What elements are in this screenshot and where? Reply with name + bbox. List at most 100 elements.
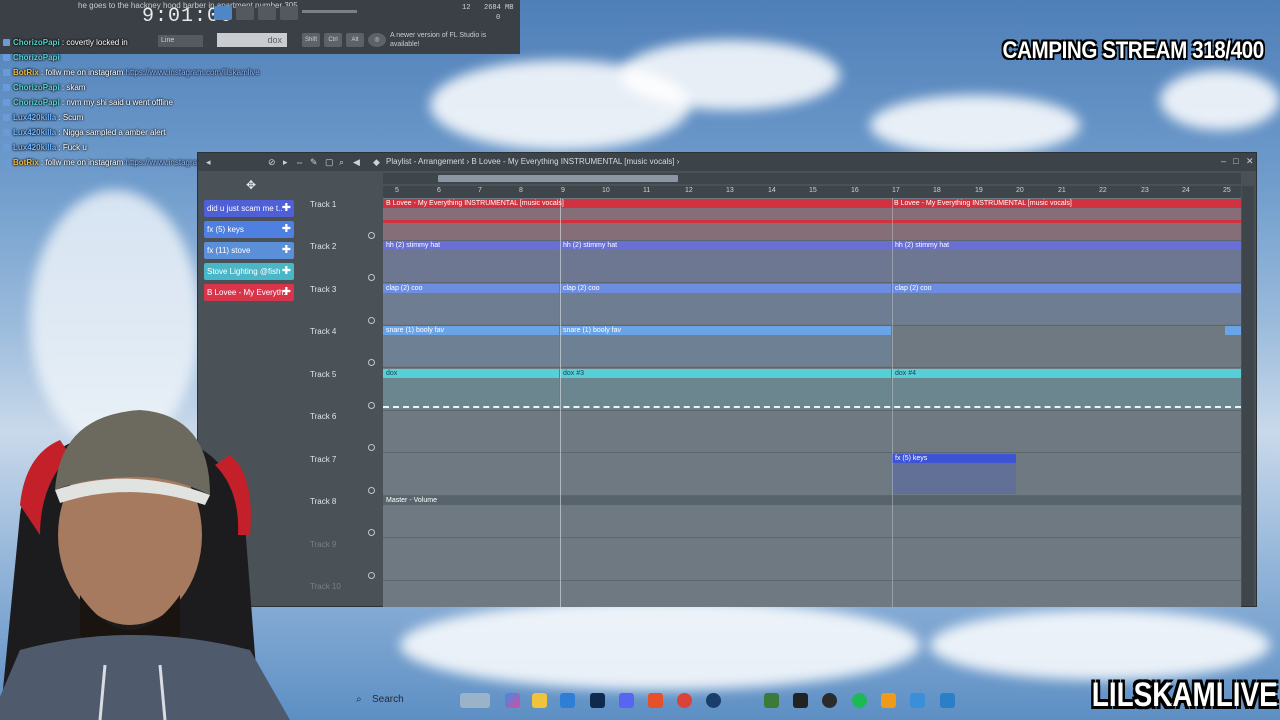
tempo-button[interactable] bbox=[280, 6, 298, 20]
pattern-clip[interactable]: dox #3 bbox=[560, 369, 891, 409]
pattern-clip[interactable]: clap (2) coo bbox=[892, 284, 1241, 324]
track-name[interactable]: Track 2 bbox=[310, 242, 336, 251]
paint-icon[interactable]: ✎ bbox=[310, 157, 318, 168]
picker-item[interactable]: Stove Lighting @fish ✚ bbox=[204, 263, 294, 280]
cloud bbox=[930, 610, 1270, 680]
track-name[interactable]: Track 5 bbox=[310, 370, 336, 379]
chrome-icon[interactable] bbox=[677, 693, 692, 708]
taskbar-search[interactable]: Search bbox=[372, 694, 404, 705]
add-icon[interactable]: ✚ bbox=[282, 221, 291, 238]
play-icon[interactable]: ▸ bbox=[283, 157, 288, 168]
track-lane[interactable] bbox=[383, 580, 1241, 607]
discord-icon[interactable] bbox=[619, 693, 634, 708]
add-icon[interactable]: ✚ bbox=[282, 263, 291, 280]
mute-button[interactable] bbox=[368, 317, 375, 324]
pattern-clip[interactable]: hh (2) stimmy hat bbox=[560, 241, 891, 281]
alt-button[interactable]: Alt bbox=[346, 33, 364, 47]
track-name[interactable]: Track 1 bbox=[310, 200, 336, 209]
timeline-ruler[interactable]: 5 6 7 8 9 10 11 12 13 14 15 16 17 18 19 … bbox=[383, 186, 1241, 198]
zoom-icon[interactable]: ⌕ bbox=[339, 157, 344, 168]
track-name[interactable]: Track 4 bbox=[310, 327, 336, 336]
magnet-icon[interactable]: ⊘ bbox=[268, 157, 276, 168]
snip-icon[interactable] bbox=[910, 693, 925, 708]
picker-item[interactable]: fx (11) stove ✚ bbox=[204, 242, 294, 259]
fl-studio-icon[interactable] bbox=[881, 693, 896, 708]
play-pause-button[interactable] bbox=[214, 6, 232, 20]
capcut-icon[interactable] bbox=[793, 693, 808, 708]
stop-button[interactable] bbox=[236, 6, 254, 20]
search-icon[interactable]: ⌕ bbox=[356, 694, 362, 705]
track-lane[interactable] bbox=[383, 410, 1241, 453]
add-icon[interactable]: ✚ bbox=[282, 284, 291, 301]
horizontal-scrollbar[interactable] bbox=[383, 173, 1241, 184]
mute-button[interactable] bbox=[368, 444, 375, 451]
spotify-icon[interactable] bbox=[852, 693, 867, 708]
pattern-clip[interactable]: hh (2) stimmy hat bbox=[383, 241, 559, 281]
picker-item[interactable]: B Lovee - My Everyth.. ✚ bbox=[204, 284, 294, 301]
add-icon[interactable]: ✚ bbox=[282, 242, 291, 259]
weather-icon[interactable] bbox=[460, 693, 490, 708]
ctrl-button[interactable]: Ctrl bbox=[324, 33, 342, 47]
track-lane[interactable] bbox=[383, 538, 1241, 581]
pattern-clip[interactable]: snare (1) booly fav bbox=[383, 326, 559, 366]
pattern-clip[interactable]: fx (5) keys bbox=[892, 454, 1016, 494]
menu-arrow-icon[interactable]: ◂ bbox=[206, 157, 211, 168]
maximize-button[interactable]: □ bbox=[1233, 156, 1238, 166]
close-button[interactable]: ✕ bbox=[1246, 156, 1254, 167]
picker-item[interactable]: did u just scam me t.. ✚ bbox=[204, 200, 294, 217]
scroll-thumb[interactable] bbox=[438, 175, 678, 182]
mute-button[interactable] bbox=[368, 529, 375, 536]
add-icon[interactable]: ✚ bbox=[282, 200, 291, 217]
select-icon[interactable]: ▢ bbox=[325, 157, 334, 168]
pattern-clip[interactable]: hh (2) stimmy hat bbox=[892, 241, 1241, 281]
picker-item-label: fx (5) keys bbox=[207, 225, 244, 234]
clip-label: snare (1) booly fav bbox=[560, 326, 891, 335]
pattern-clip[interactable]: clap (2) coo bbox=[383, 284, 559, 324]
notes-icon[interactable] bbox=[940, 693, 955, 708]
mute-button[interactable] bbox=[368, 274, 375, 281]
webcam-feed bbox=[0, 395, 320, 720]
update-notice[interactable]: A newer version of FL Studio is availabl… bbox=[390, 31, 490, 49]
obs-icon[interactable] bbox=[822, 693, 837, 708]
arrangement-grid[interactable]: B Lovee - My Everything INSTRUMENTAL [mu… bbox=[383, 198, 1241, 607]
pattern-clip[interactable]: clap (2) coo bbox=[560, 284, 891, 324]
minimize-button[interactable]: – bbox=[1221, 156, 1226, 166]
automation-line[interactable] bbox=[383, 406, 1241, 408]
copilot-icon[interactable] bbox=[505, 693, 520, 708]
chat-line: ChorizoPapi bbox=[3, 50, 303, 65]
mute-button[interactable] bbox=[368, 487, 375, 494]
brave-icon[interactable] bbox=[648, 693, 663, 708]
picker-item[interactable]: fx (5) keys ✚ bbox=[204, 221, 294, 238]
picker-item-label: B Lovee - My Everyth.. bbox=[207, 288, 288, 297]
folder-icon[interactable] bbox=[532, 693, 547, 708]
streamer-image bbox=[0, 410, 290, 720]
track-lane[interactable] bbox=[383, 453, 1241, 496]
mute-button[interactable] bbox=[368, 232, 375, 239]
master-volume-slider[interactable] bbox=[302, 10, 357, 13]
app-icon[interactable] bbox=[764, 693, 779, 708]
photoshop-icon[interactable] bbox=[590, 693, 605, 708]
audio-clip[interactable]: B Lovee - My Everything INSTRUMENTAL [mu… bbox=[891, 199, 1241, 239]
pattern-clip[interactable] bbox=[1225, 326, 1241, 366]
chat-link[interactable]: https://www.instagram.com/lilskamlive bbox=[126, 68, 260, 77]
picker-add-icon[interactable]: ✥ bbox=[246, 178, 256, 192]
playlist-titlebar[interactable]: ◂ ⊘ ▸ ⇔ ✎ ▢ ⌕ ◀ ◆ Playlist - Arrangement… bbox=[198, 153, 1256, 171]
online-icon[interactable]: ◎ bbox=[368, 33, 386, 47]
pattern-clip[interactable]: dox bbox=[383, 369, 559, 409]
vertical-scrollbar[interactable] bbox=[1242, 186, 1254, 606]
store-icon[interactable] bbox=[560, 693, 575, 708]
mute-button[interactable] bbox=[368, 359, 375, 366]
slide-icon[interactable]: ⇔ bbox=[295, 157, 304, 167]
speaker-icon[interactable]: ◀ bbox=[353, 157, 360, 168]
pattern-clip[interactable]: snare (1) booly fav bbox=[560, 326, 891, 366]
pattern-clip[interactable]: dox #4 bbox=[892, 369, 1241, 409]
automation-clip[interactable]: Master - Volume bbox=[383, 496, 1241, 508]
track-name[interactable]: Track 3 bbox=[310, 285, 336, 294]
audio-clip[interactable]: B Lovee - My Everything INSTRUMENTAL [mu… bbox=[383, 199, 891, 239]
record-button[interactable] bbox=[258, 6, 276, 20]
clip-body bbox=[560, 378, 891, 409]
shift-button[interactable]: Shift bbox=[302, 33, 320, 47]
steam-icon[interactable] bbox=[706, 693, 721, 708]
mute-button[interactable] bbox=[368, 572, 375, 579]
mute-button[interactable] bbox=[368, 402, 375, 409]
